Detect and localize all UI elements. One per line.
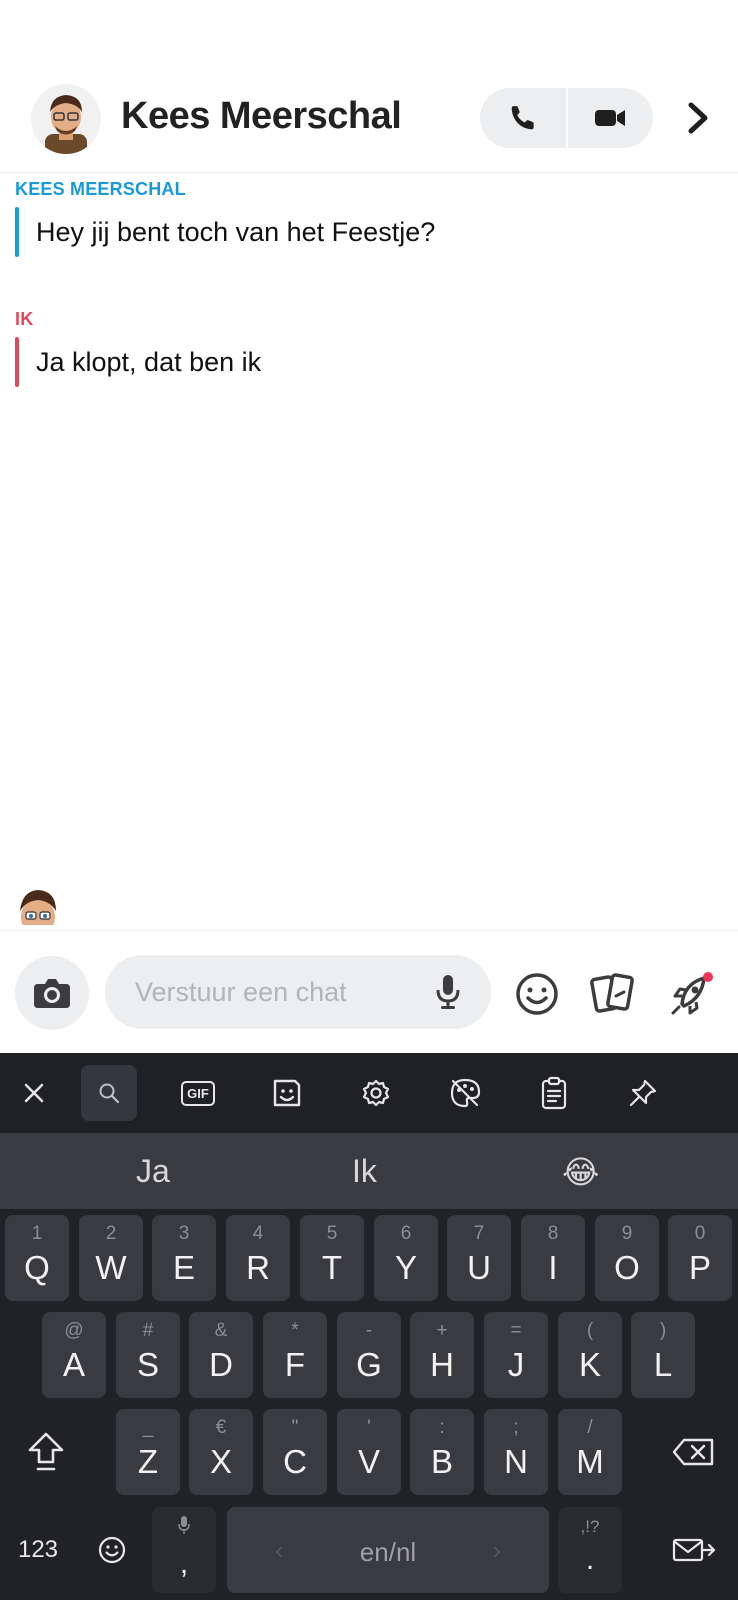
contact-name[interactable]: Kees Meerschal <box>121 95 402 138</box>
message-sender: KEES MEERSCHAL <box>15 179 186 199</box>
pin-icon[interactable] <box>615 1065 671 1121</box>
message-accent-bar <box>15 337 19 387</box>
period-key[interactable]: ,!? . <box>558 1507 622 1593</box>
suggestion-item[interactable]: Ja <box>136 1153 170 1190</box>
chat-header: Kees Meerschal <box>0 0 738 173</box>
key-e[interactable]: 3E <box>152 1215 216 1301</box>
key-c[interactable]: " C <box>263 1409 327 1495</box>
microphone-icon <box>178 1516 190 1534</box>
clipboard-icon[interactable] <box>526 1065 582 1121</box>
key-r[interactable]: 4R <box>226 1215 290 1301</box>
message-text[interactable]: Hey jij bent toch van het Feestje? <box>36 217 435 248</box>
camera-icon <box>34 979 70 1008</box>
sticker-icon[interactable] <box>259 1065 315 1121</box>
key-u[interactable]: 7U <box>447 1215 511 1301</box>
bitmoji-icon <box>10 890 65 930</box>
gif-label: GIF <box>181 1080 215 1106</box>
key-b[interactable]: :B <box>410 1409 474 1495</box>
key-t[interactable]: 5T <box>300 1215 364 1301</box>
chat-input[interactable]: Verstuur een chat <box>105 955 491 1029</box>
comma-key[interactable]: , <box>152 1507 216 1593</box>
key-p[interactable]: 0P <box>668 1215 732 1301</box>
message-accent-bar <box>15 207 19 257</box>
chat-input-placeholder: Verstuur een chat <box>135 977 347 1007</box>
key-j[interactable]: = J <box>484 1312 548 1398</box>
smiley-icon <box>98 1536 126 1564</box>
search-icon[interactable] <box>81 1065 137 1121</box>
emoji-key[interactable] <box>80 1507 144 1593</box>
key-v[interactable]: ' V <box>337 1409 401 1495</box>
key-k[interactable]: (K <box>558 1312 622 1398</box>
gif-button[interactable]: GIF <box>170 1065 226 1121</box>
suggestion-emoji[interactable]: 😂 <box>562 1153 599 1191</box>
key-f[interactable]: * F <box>263 1312 327 1398</box>
key-s[interactable]: # S <box>116 1312 180 1398</box>
numbers-key[interactable]: 123 <box>6 1507 70 1593</box>
voice-call-button[interactable] <box>480 88 566 148</box>
key-g[interactable]: -G <box>337 1312 401 1398</box>
contact-avatar[interactable] <box>31 84 101 154</box>
backspace-key[interactable] <box>656 1409 732 1495</box>
key-o[interactable]: 9O <box>595 1215 659 1301</box>
send-envelope-icon <box>672 1538 716 1562</box>
phone-icon <box>511 106 534 130</box>
key-l[interactable]: ) L <box>631 1312 695 1398</box>
emoji-icon[interactable] <box>513 970 561 1018</box>
settings-gear-icon[interactable] <box>348 1065 404 1121</box>
shift-icon <box>28 1432 64 1471</box>
key-n[interactable]: ; N <box>484 1409 548 1495</box>
key-q[interactable]: 1Q <box>5 1215 69 1301</box>
theme-palette-icon[interactable] <box>437 1065 493 1121</box>
shift-key[interactable] <box>8 1409 84 1495</box>
send-key[interactable] <box>656 1507 732 1593</box>
cards-icon[interactable] <box>589 970 637 1018</box>
keyboard: GIF Ja Ik 😂 1Q 2W 3E 4R 5T 6Y 7U 8I 9O 0… <box>0 1053 738 1600</box>
key-z[interactable]: _ Z <box>116 1409 180 1495</box>
keyboard-toolbar: GIF <box>0 1053 738 1131</box>
key-m[interactable]: / M <box>558 1409 622 1495</box>
message-sender: IK <box>15 309 34 329</box>
close-icon[interactable] <box>6 1065 62 1121</box>
key-a[interactable]: @ A <box>42 1312 106 1398</box>
video-call-button[interactable] <box>568 88 654 148</box>
camera-button[interactable] <box>15 956 89 1030</box>
suggestion-item[interactable]: Ik <box>352 1153 377 1190</box>
backspace-icon <box>672 1438 714 1466</box>
key-y[interactable]: 6Y <box>374 1215 438 1301</box>
chevron-right-icon: › <box>492 1535 501 1565</box>
key-d[interactable]: & D <box>189 1312 253 1398</box>
bitmoji-icon <box>45 95 87 154</box>
video-camera-icon <box>595 110 626 126</box>
microphone-icon[interactable] <box>435 973 461 1016</box>
typing-bitmoji <box>10 885 65 930</box>
rocket-icon[interactable] <box>668 970 716 1018</box>
key-i[interactable]: 8I <box>521 1215 585 1301</box>
call-actions <box>480 88 653 148</box>
suggestion-bar: Ja Ik 😂 <box>0 1133 738 1209</box>
key-h[interactable]: + H <box>410 1312 474 1398</box>
key-x[interactable]: € X <box>189 1409 253 1495</box>
chevron-right-icon[interactable] <box>680 98 716 138</box>
key-w[interactable]: 2W <box>79 1215 143 1301</box>
space-key[interactable]: ‹ en/nl › <box>227 1507 549 1593</box>
message-text[interactable]: Ja klopt, dat ben ik <box>36 347 261 378</box>
